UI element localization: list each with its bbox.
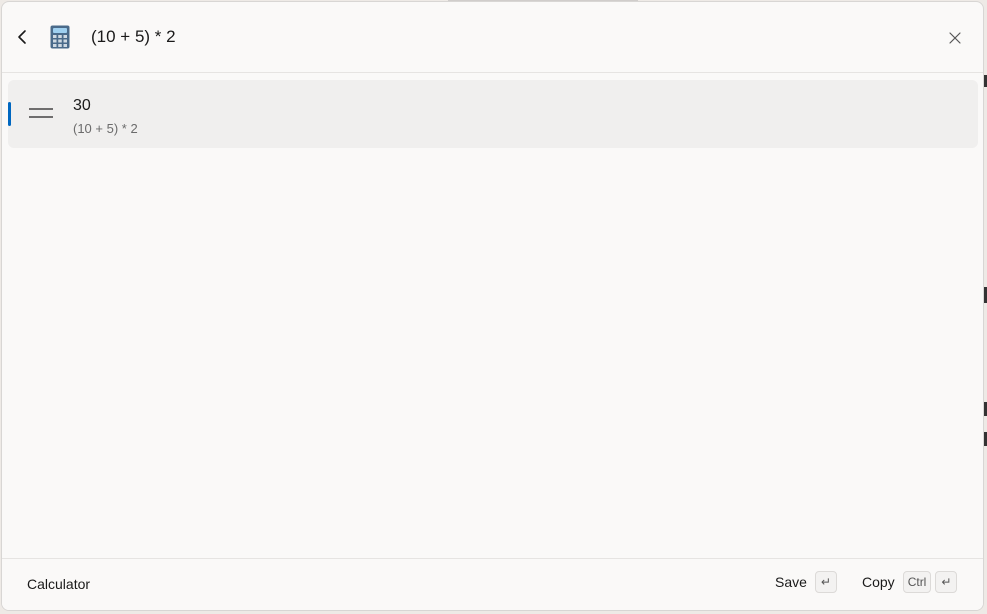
search-header xyxy=(2,2,983,73)
footer-bar: Calculator Save ↵ Copy Ctrl ↵ xyxy=(2,558,983,610)
enter-key-hint: ↵ xyxy=(814,571,837,593)
result-expression: (10 + 5) * 2 xyxy=(73,121,138,136)
equals-icon xyxy=(28,106,54,125)
ctrl-key-hint: Ctrl xyxy=(902,571,932,593)
close-button[interactable] xyxy=(943,26,967,50)
back-button[interactable] xyxy=(10,24,36,50)
calculator-icon xyxy=(50,25,70,54)
result-value: 30 xyxy=(73,97,91,114)
save-action-button[interactable]: Save ↵ xyxy=(775,571,837,593)
copy-shortcut: Ctrl ↵ xyxy=(902,571,958,593)
save-label: Save xyxy=(775,574,807,590)
copy-action-button[interactable]: Copy Ctrl ↵ xyxy=(862,571,958,593)
copy-label: Copy xyxy=(862,574,895,590)
enter-key-hint: ↵ xyxy=(935,571,958,593)
close-icon xyxy=(949,32,961,44)
result-item[interactable]: 30 (10 + 5) * 2 xyxy=(8,80,978,148)
command-palette-window: 30 (10 + 5) * 2 Calculator Save ↵ Copy C… xyxy=(1,1,984,611)
search-input[interactable] xyxy=(91,27,891,47)
selection-indicator xyxy=(8,102,11,126)
footer-extension-title: Calculator xyxy=(27,576,91,592)
chevron-left-icon xyxy=(18,30,26,44)
